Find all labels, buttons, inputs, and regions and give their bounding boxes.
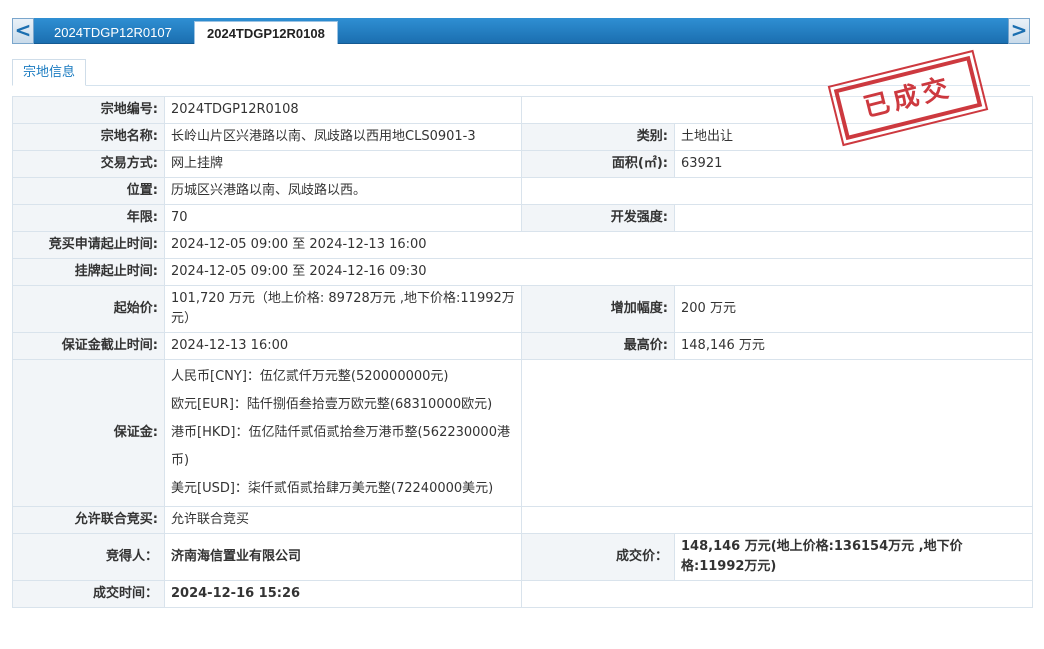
- table-row: 竞得人： 济南海信置业有限公司 成交价： 148,146 万元(地上价格:136…: [12, 533, 1033, 581]
- empty-cell: [521, 359, 1033, 507]
- parcel-info-table: 宗地编号: 2024TDGP12R0108 宗地名称: 长岭山片区兴港路以南、凤…: [12, 96, 1033, 608]
- start-price-value: 101,720 万元（地上价格: 89728万元 ,地下价格:11992万元）: [164, 285, 522, 333]
- years-label: 年限:: [12, 204, 165, 232]
- table-row: 位置: 历城区兴港路以南、凤歧路以西。: [12, 177, 1033, 205]
- table-row: 成交时间： 2024-12-16 15:26: [12, 580, 1033, 608]
- deposit-deadline-label: 保证金截止时间:: [12, 332, 165, 360]
- highest-price-label: 最高价:: [521, 332, 675, 360]
- location-value: 历城区兴港路以南、凤歧路以西。: [164, 177, 522, 205]
- deal-time-value: 2024-12-16 15:26: [164, 580, 522, 608]
- table-row: 起始价: 101,720 万元（地上价格: 89728万元 ,地下价格:1199…: [12, 285, 1033, 333]
- table-row: 年限: 70 开发强度:: [12, 204, 1033, 232]
- table-row: 挂牌起止时间: 2024-12-05 09:00 至 2024-12-16 09…: [12, 258, 1033, 286]
- parcel-no-label: 宗地编号:: [12, 96, 165, 124]
- tab-2024TDGP12R0108[interactable]: 2024TDGP12R0108: [194, 21, 338, 44]
- deposit-label: 保证金:: [12, 359, 165, 507]
- deal-time-label: 成交时间：: [12, 580, 165, 608]
- tab-prev-button[interactable]: <: [12, 18, 34, 44]
- table-row: 交易方式: 网上挂牌 面积(㎡): 63921: [12, 150, 1033, 178]
- deal-price-value: 148,146 万元(地上价格:136154万元 ,地下价格:11992万元): [674, 533, 1033, 581]
- table-row: 允许联合竞买: 允许联合竞买: [12, 506, 1033, 534]
- joint-bid-value: 允许联合竞买: [164, 506, 522, 534]
- area-value: 63921: [674, 150, 1033, 178]
- table-row: 保证金截止时间: 2024-12-13 16:00 最高价: 148,146 万…: [12, 332, 1033, 360]
- deposit-usd: 美元[USD]：柒仟贰佰贰拾肆万美元整(72240000美元): [171, 481, 494, 496]
- table-row: 保证金: 人民币[CNY]：伍亿贰仟万元整(520000000元) 欧元[EUR…: [12, 359, 1033, 507]
- deposit-eur: 欧元[EUR]：陆仟捌佰叁拾壹万欧元整(68310000欧元): [171, 397, 493, 412]
- years-value: 70: [164, 204, 522, 232]
- apply-period-label: 竞买申请起止时间:: [12, 231, 165, 259]
- parcel-no-value: 2024TDGP12R0108: [164, 96, 522, 124]
- winner-value: 济南海信置业有限公司: [164, 533, 522, 581]
- empty-cell: [521, 177, 1033, 205]
- dev-intensity-value: [674, 204, 1033, 232]
- trade-method-label: 交易方式:: [12, 150, 165, 178]
- increment-value: 200 万元: [674, 285, 1033, 333]
- deposit-deadline-value: 2024-12-13 16:00: [164, 332, 522, 360]
- location-label: 位置:: [12, 177, 165, 205]
- increment-label: 增加幅度:: [521, 285, 675, 333]
- parcel-name-value: 长岭山片区兴港路以南、凤歧路以西用地CLS0901-3: [164, 123, 522, 151]
- trade-method-value: 网上挂牌: [164, 150, 522, 178]
- tab-bar: < 2024TDGP12R0107 2024TDGP12R0108 >: [12, 18, 1030, 44]
- apply-period-value: 2024-12-05 09:00 至 2024-12-13 16:00: [164, 231, 1033, 259]
- category-label: 类别:: [521, 123, 675, 151]
- start-price-label: 起始价:: [12, 285, 165, 333]
- listing-period-label: 挂牌起止时间:: [12, 258, 165, 286]
- highest-price-value: 148,146 万元: [674, 332, 1033, 360]
- tab-2024TDGP12R0107[interactable]: 2024TDGP12R0107: [42, 21, 184, 44]
- joint-bid-label: 允许联合竞买:: [12, 506, 165, 534]
- table-row: 竞买申请起止时间: 2024-12-05 09:00 至 2024-12-13 …: [12, 231, 1033, 259]
- deposit-value: 人民币[CNY]：伍亿贰仟万元整(520000000元) 欧元[EUR]：陆仟捌…: [164, 359, 522, 507]
- tab-next-button[interactable]: >: [1008, 18, 1030, 44]
- area-label: 面积(㎡):: [521, 150, 675, 178]
- empty-cell: [521, 506, 1033, 534]
- deposit-cny: 人民币[CNY]：伍亿贰仟万元整(520000000元): [171, 369, 449, 384]
- winner-label: 竞得人：: [12, 533, 165, 581]
- deposit-hkd: 港币[HKD]：伍亿陆仟贰佰贰拾叁万港币整(562230000港币): [171, 425, 510, 468]
- empty-cell: [521, 580, 1033, 608]
- section-tab-parcel-info[interactable]: 宗地信息: [12, 59, 87, 86]
- deal-price-label: 成交价：: [521, 533, 675, 581]
- dev-intensity-label: 开发强度:: [521, 204, 675, 232]
- listing-period-value: 2024-12-05 09:00 至 2024-12-16 09:30: [164, 258, 1033, 286]
- parcel-name-label: 宗地名称:: [12, 123, 165, 151]
